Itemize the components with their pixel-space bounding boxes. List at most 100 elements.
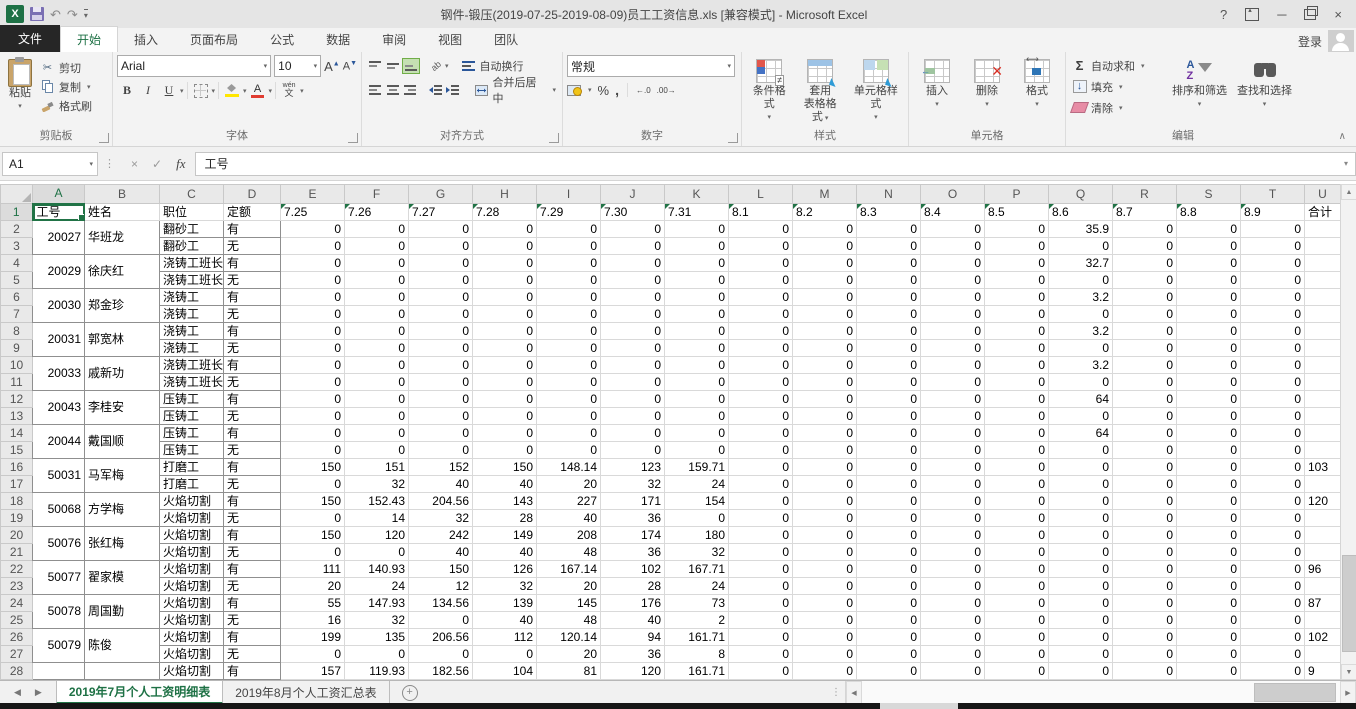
value-cell[interactable]: 0 [537, 306, 601, 323]
value-cell[interactable]: 0 [985, 255, 1049, 272]
value-cell[interactable]: 0 [921, 323, 985, 340]
value-cell[interactable]: 0 [729, 340, 793, 357]
value-cell[interactable]: 0 [1241, 561, 1305, 578]
value-cell[interactable]: 24 [345, 578, 409, 595]
value-cell[interactable]: 0 [1241, 663, 1305, 680]
value-cell[interactable]: 0 [985, 595, 1049, 612]
value-cell[interactable]: 0 [1049, 595, 1113, 612]
value-cell[interactable]: 0 [921, 459, 985, 476]
tab-view[interactable]: 视图 [422, 27, 478, 52]
fill-color-button[interactable] [222, 81, 242, 100]
value-cell[interactable]: 0 [665, 374, 729, 391]
value-cell[interactable]: 0 [921, 374, 985, 391]
value-cell[interactable]: 0 [601, 408, 665, 425]
column-header-S[interactable]: S [1177, 185, 1241, 204]
value-cell[interactable]: 0 [281, 357, 345, 374]
value-cell[interactable]: 0 [665, 272, 729, 289]
position-cell[interactable]: 火焰切割 [160, 578, 224, 595]
value-cell[interactable]: 40 [409, 544, 473, 561]
value-cell[interactable]: 32 [345, 612, 409, 629]
value-cell[interactable]: 0 [985, 663, 1049, 680]
value-cell[interactable]: 208 [537, 527, 601, 544]
value-cell[interactable]: 0 [1177, 408, 1241, 425]
value-cell[interactable]: 40 [537, 510, 601, 527]
conditional-formatting-button[interactable]: ≠ 条件格式 ▾ [746, 55, 793, 126]
value-cell[interactable]: 0 [537, 357, 601, 374]
value-cell[interactable]: 0 [1177, 357, 1241, 374]
clipboard-dialog-launcher[interactable] [99, 133, 109, 143]
value-cell[interactable]: 28 [473, 510, 537, 527]
value-cell[interactable]: 0 [281, 306, 345, 323]
value-cell[interactable]: 0 [537, 391, 601, 408]
quota-cell[interactable]: 有 [224, 595, 281, 612]
value-cell[interactable]: 0 [1241, 391, 1305, 408]
value-cell[interactable]: 167.14 [537, 561, 601, 578]
cell[interactable]: 8.1 [729, 204, 793, 221]
format-painter-button[interactable]: 格式刷 [38, 96, 94, 115]
increase-indent-button[interactable] [445, 83, 461, 97]
value-cell[interactable]: 0 [1241, 629, 1305, 646]
value-cell[interactable]: 3.2 [1049, 357, 1113, 374]
quota-cell[interactable]: 无 [224, 340, 281, 357]
value-cell[interactable]: 0 [793, 238, 857, 255]
cell[interactable]: 姓名 [85, 204, 160, 221]
value-cell[interactable]: 0 [985, 272, 1049, 289]
value-cell[interactable]: 0 [409, 255, 473, 272]
name-cell[interactable]: 方学梅 [85, 493, 160, 527]
row-header[interactable]: 22 [1, 561, 33, 578]
value-cell[interactable]: 40 [473, 544, 537, 561]
value-cell[interactable]: 32 [409, 510, 473, 527]
name-cell[interactable]: 徐庆红 [85, 255, 160, 289]
value-cell[interactable]: 147.93 [345, 595, 409, 612]
borders-button[interactable] [191, 81, 211, 100]
value-cell[interactable]: 0 [1113, 289, 1177, 306]
value-cell[interactable]: 0 [729, 374, 793, 391]
scroll-right-icon[interactable]: ▶ [1340, 681, 1356, 704]
value-cell[interactable]: 0 [1113, 272, 1177, 289]
value-cell[interactable]: 0 [665, 238, 729, 255]
position-cell[interactable]: 打磨工 [160, 459, 224, 476]
id-cell[interactable]: 20044 [33, 425, 85, 459]
value-cell[interactable]: 0 [793, 425, 857, 442]
column-header-E[interactable]: E [281, 185, 345, 204]
value-cell[interactable]: 0 [1113, 663, 1177, 680]
value-cell[interactable]: 0 [473, 646, 537, 663]
value-cell[interactable]: 0 [729, 578, 793, 595]
value-cell[interactable]: 0 [857, 408, 921, 425]
value-cell[interactable]: 0 [857, 323, 921, 340]
cell[interactable]: 7.27 [409, 204, 473, 221]
value-cell[interactable]: 0 [921, 272, 985, 289]
middle-align-button[interactable] [385, 59, 401, 73]
value-cell[interactable]: 143 [473, 493, 537, 510]
position-cell[interactable]: 火焰切割 [160, 646, 224, 663]
value-cell[interactable]: 32 [345, 476, 409, 493]
quota-cell[interactable]: 无 [224, 374, 281, 391]
bold-button[interactable]: B [117, 81, 137, 100]
chevron-down-icon[interactable]: ▾ [588, 86, 592, 94]
value-cell[interactable]: 0 [1177, 255, 1241, 272]
value-cell[interactable]: 0 [793, 289, 857, 306]
id-cell[interactable]: 20043 [33, 391, 85, 425]
formula-bar-splitter-icon[interactable]: ⋮ [98, 157, 121, 170]
tab-data[interactable]: 数据 [310, 27, 366, 52]
value-cell[interactable]: 32.7 [1049, 255, 1113, 272]
cancel-icon[interactable]: × [131, 157, 138, 171]
row-header[interactable]: 17 [1, 476, 33, 493]
id-cell[interactable]: 20027 [33, 221, 85, 255]
value-cell[interactable]: 0 [1113, 578, 1177, 595]
delete-cells-button[interactable]: ✕ 删除 ▾ [970, 55, 1004, 113]
value-cell[interactable]: 0 [665, 425, 729, 442]
value-cell[interactable]: 24 [665, 578, 729, 595]
position-cell[interactable]: 浇铸工班长 [160, 357, 224, 374]
value-cell[interactable]: 0 [345, 272, 409, 289]
position-cell[interactable]: 火焰切割 [160, 510, 224, 527]
value-cell[interactable]: 0 [1241, 493, 1305, 510]
value-cell[interactable]: 0 [1049, 612, 1113, 629]
position-cell[interactable]: 浇铸工 [160, 323, 224, 340]
quota-cell[interactable]: 有 [224, 629, 281, 646]
value-cell[interactable]: 14 [345, 510, 409, 527]
value-cell[interactable]: 0 [793, 595, 857, 612]
value-cell[interactable]: 0 [921, 476, 985, 493]
cell[interactable]: 7.26 [345, 204, 409, 221]
value-cell[interactable]: 0 [1113, 306, 1177, 323]
